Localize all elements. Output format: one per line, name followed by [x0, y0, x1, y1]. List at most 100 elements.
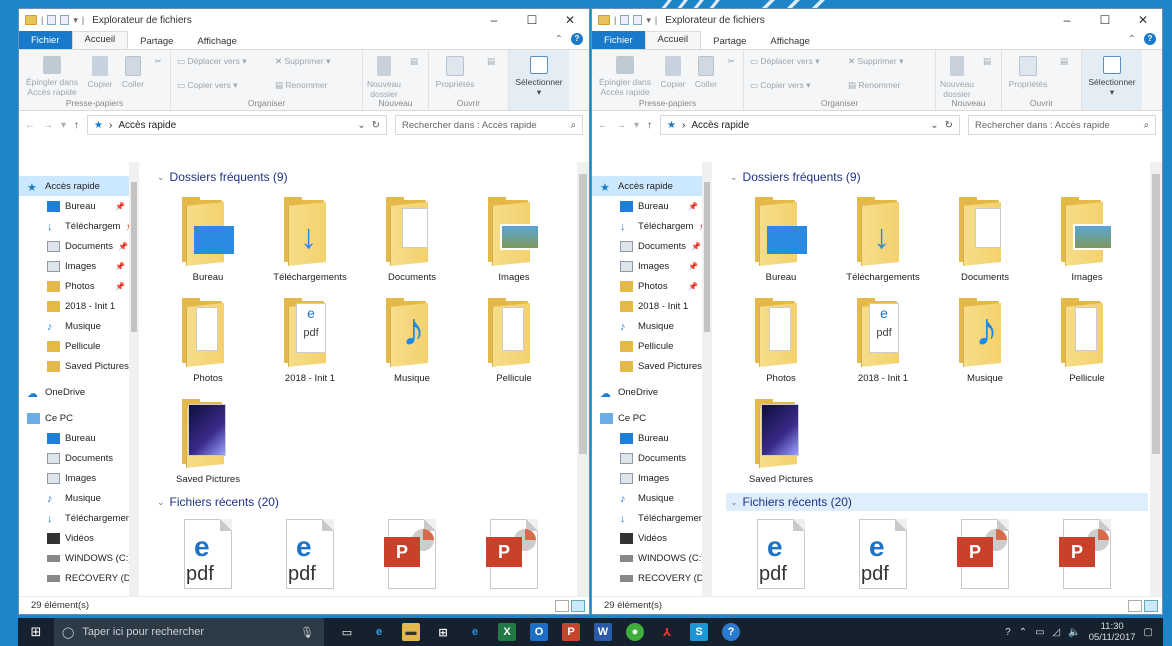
properties-button[interactable]: Propriétés	[1006, 56, 1050, 89]
pin-icon[interactable]: 📌	[115, 262, 125, 271]
frequent-folders-header[interactable]: ⌄ Dossiers fréquents (9)	[157, 168, 589, 186]
tab-fichier[interactable]: Fichier	[19, 31, 72, 49]
folder-tile[interactable]: ↓ Téléchargements	[259, 196, 361, 283]
word-icon[interactable]: W	[594, 623, 612, 641]
battery-icon[interactable]: ▭	[1035, 627, 1044, 638]
help-icon[interactable]: ?	[1144, 33, 1156, 45]
content-scrollbar[interactable]	[577, 162, 589, 596]
help-app-icon[interactable]: ?	[722, 623, 740, 641]
nav-item[interactable]: ↓ Téléchargement	[592, 508, 712, 528]
nav-item[interactable]: Documents	[19, 448, 139, 468]
nav-item[interactable]: Images	[19, 468, 139, 488]
quick-access-toolbar[interactable]: | ▾ |	[598, 15, 657, 26]
recent-locations-icon[interactable]: ▾	[634, 120, 639, 131]
properties-button[interactable]: Propriétés	[433, 56, 477, 89]
nav-item[interactable]: ☁ OneDrive	[592, 382, 712, 402]
nav-item[interactable]: ★ Accès rapide	[592, 176, 712, 196]
recent-files-header[interactable]: ⌄ Fichiers récents (20)	[726, 493, 1148, 511]
close-button[interactable]: ✕	[1124, 13, 1162, 27]
new-folder-quick-icon[interactable]	[60, 15, 70, 25]
nav-item[interactable]: ↓Téléchargem📌	[19, 216, 139, 236]
nav-item[interactable]: Documents 📌	[19, 236, 139, 256]
volume-icon[interactable]: 🔈	[1068, 627, 1080, 638]
paste-button[interactable]: Coller	[692, 56, 720, 89]
folder-tile[interactable]: Pellicule	[463, 297, 565, 384]
open-button[interactable]: ▤	[1054, 56, 1074, 66]
properties-quick-icon[interactable]	[47, 15, 57, 25]
nav-item[interactable]: Photos 📌	[19, 276, 139, 296]
green-app-icon[interactable]: ●	[626, 623, 644, 641]
collapse-ribbon-icon[interactable]: ⌃	[1128, 34, 1136, 45]
nav-item[interactable]: Images 📌	[19, 256, 139, 276]
close-button[interactable]: ✕	[551, 13, 589, 27]
network-icon[interactable]: ◿	[1053, 627, 1061, 638]
address-dropdown-icon[interactable]: ⌄	[357, 120, 365, 131]
edge-icon[interactable]: e	[370, 623, 388, 641]
folder-tile[interactable]: Saved Pictures	[730, 398, 832, 485]
new-folder-button[interactable]: Nouveau dossier	[940, 56, 974, 99]
tray-chevron-icon[interactable]: ⌃	[1019, 627, 1027, 638]
pin-icon[interactable]: 📌	[688, 282, 698, 291]
nav-item[interactable]: Saved Pictures	[19, 356, 139, 376]
refresh-icon[interactable]: ↻	[945, 120, 953, 131]
nav-item[interactable]: Bureau	[592, 428, 712, 448]
collapse-ribbon-icon[interactable]: ⌃	[555, 34, 563, 45]
up-arrow-icon[interactable]: ↑	[647, 120, 652, 131]
nav-item[interactable]: ♪ Musique	[592, 488, 712, 508]
nav-item[interactable]: Vidéos	[19, 528, 139, 548]
address-bar[interactable]: ★ › Accès rapide ⌄ ↻	[660, 115, 961, 135]
folder-tile[interactable]: Documents	[361, 196, 463, 283]
nav-item[interactable]: ♪ Musique	[19, 488, 139, 508]
maximize-button[interactable]: ☐	[513, 13, 551, 27]
store-icon[interactable]: ⊞	[434, 623, 452, 641]
powerpoint-icon[interactable]: P	[562, 623, 580, 641]
folder-tile[interactable]: Documents	[934, 196, 1036, 283]
folder-tile[interactable]: ↓ Téléchargements	[832, 196, 934, 283]
new-folder-button[interactable]: Nouveau dossier	[367, 56, 401, 99]
nav-item[interactable]: ☁ OneDrive	[19, 382, 139, 402]
internet-explorer-icon[interactable]: e	[466, 623, 484, 641]
excel-icon[interactable]: X	[498, 623, 516, 641]
windows-start-icon[interactable]: ⊞	[18, 624, 54, 640]
search-box[interactable]: Rechercher dans : Accès rapide ⌕	[968, 115, 1156, 135]
notifications-icon[interactable]: ▢	[1144, 627, 1153, 638]
nav-item[interactable]: Bureau 📌	[592, 196, 712, 216]
folder-tile[interactable]: Pellicule	[1036, 297, 1138, 384]
recent-file-tile[interactable]: epdfCIMPR-Synthèse	[730, 519, 832, 605]
properties-quick-icon[interactable]	[620, 15, 630, 25]
rename-button[interactable]: ▤ Renommer	[275, 80, 327, 90]
recent-files-header[interactable]: ⌄ Fichiers récents (20)	[157, 493, 589, 511]
folder-tile[interactable]: Images	[1036, 196, 1138, 283]
forward-arrow-icon[interactable]: →	[616, 120, 626, 131]
minimize-button[interactable]: –	[475, 13, 513, 27]
nav-item[interactable]: Ce PC	[592, 408, 712, 428]
move-to-button[interactable]: ▭ Déplacer vers ▾	[177, 56, 246, 66]
nav-item[interactable]: ♪ Musique	[592, 316, 712, 336]
tab-affichage[interactable]: Affichage	[758, 34, 821, 49]
nav-item[interactable]: Saved Pictures	[592, 356, 712, 376]
address-dropdown-icon[interactable]: ⌄	[930, 120, 938, 131]
skype-icon[interactable]: S	[690, 623, 708, 641]
pin-icon[interactable]: 📌	[115, 282, 125, 291]
nav-item[interactable]: RECOVERY (D:)	[19, 568, 139, 588]
delete-button[interactable]: ✕ Supprimer ▾	[275, 56, 330, 66]
open-button[interactable]: ▤	[481, 56, 501, 66]
nav-item[interactable]: ♪ Musique	[19, 316, 139, 336]
nav-item[interactable]: Bureau 📌	[19, 196, 139, 216]
copy-button[interactable]: Copier	[658, 56, 688, 89]
select-button[interactable]: Sélectionner ▾	[511, 56, 567, 97]
cut-button[interactable]: ✂	[722, 56, 740, 66]
nav-item[interactable]: ★ Accès rapide	[19, 176, 139, 196]
new-item-button[interactable]: ▤	[405, 56, 423, 66]
file-explorer-icon[interactable]: ▬	[402, 623, 420, 641]
help-icon[interactable]: ?	[571, 33, 583, 45]
nav-item[interactable]: 2018 - Init 1	[592, 296, 712, 316]
folder-tile[interactable]: Bureau	[730, 196, 832, 283]
pin-button[interactable]: Épingler dans Accès rapide	[596, 56, 654, 97]
pin-icon[interactable]: 📌	[688, 262, 698, 271]
recent-file-tile[interactable]: epdfCIMPR-Synthèse	[157, 519, 259, 605]
nav-item[interactable]: WINDOWS (C:)	[19, 548, 139, 568]
nav-item[interactable]: Bureau	[19, 428, 139, 448]
tab-fichier[interactable]: Fichier	[592, 31, 645, 49]
customize-chevron-icon[interactable]: ▾	[646, 15, 651, 26]
